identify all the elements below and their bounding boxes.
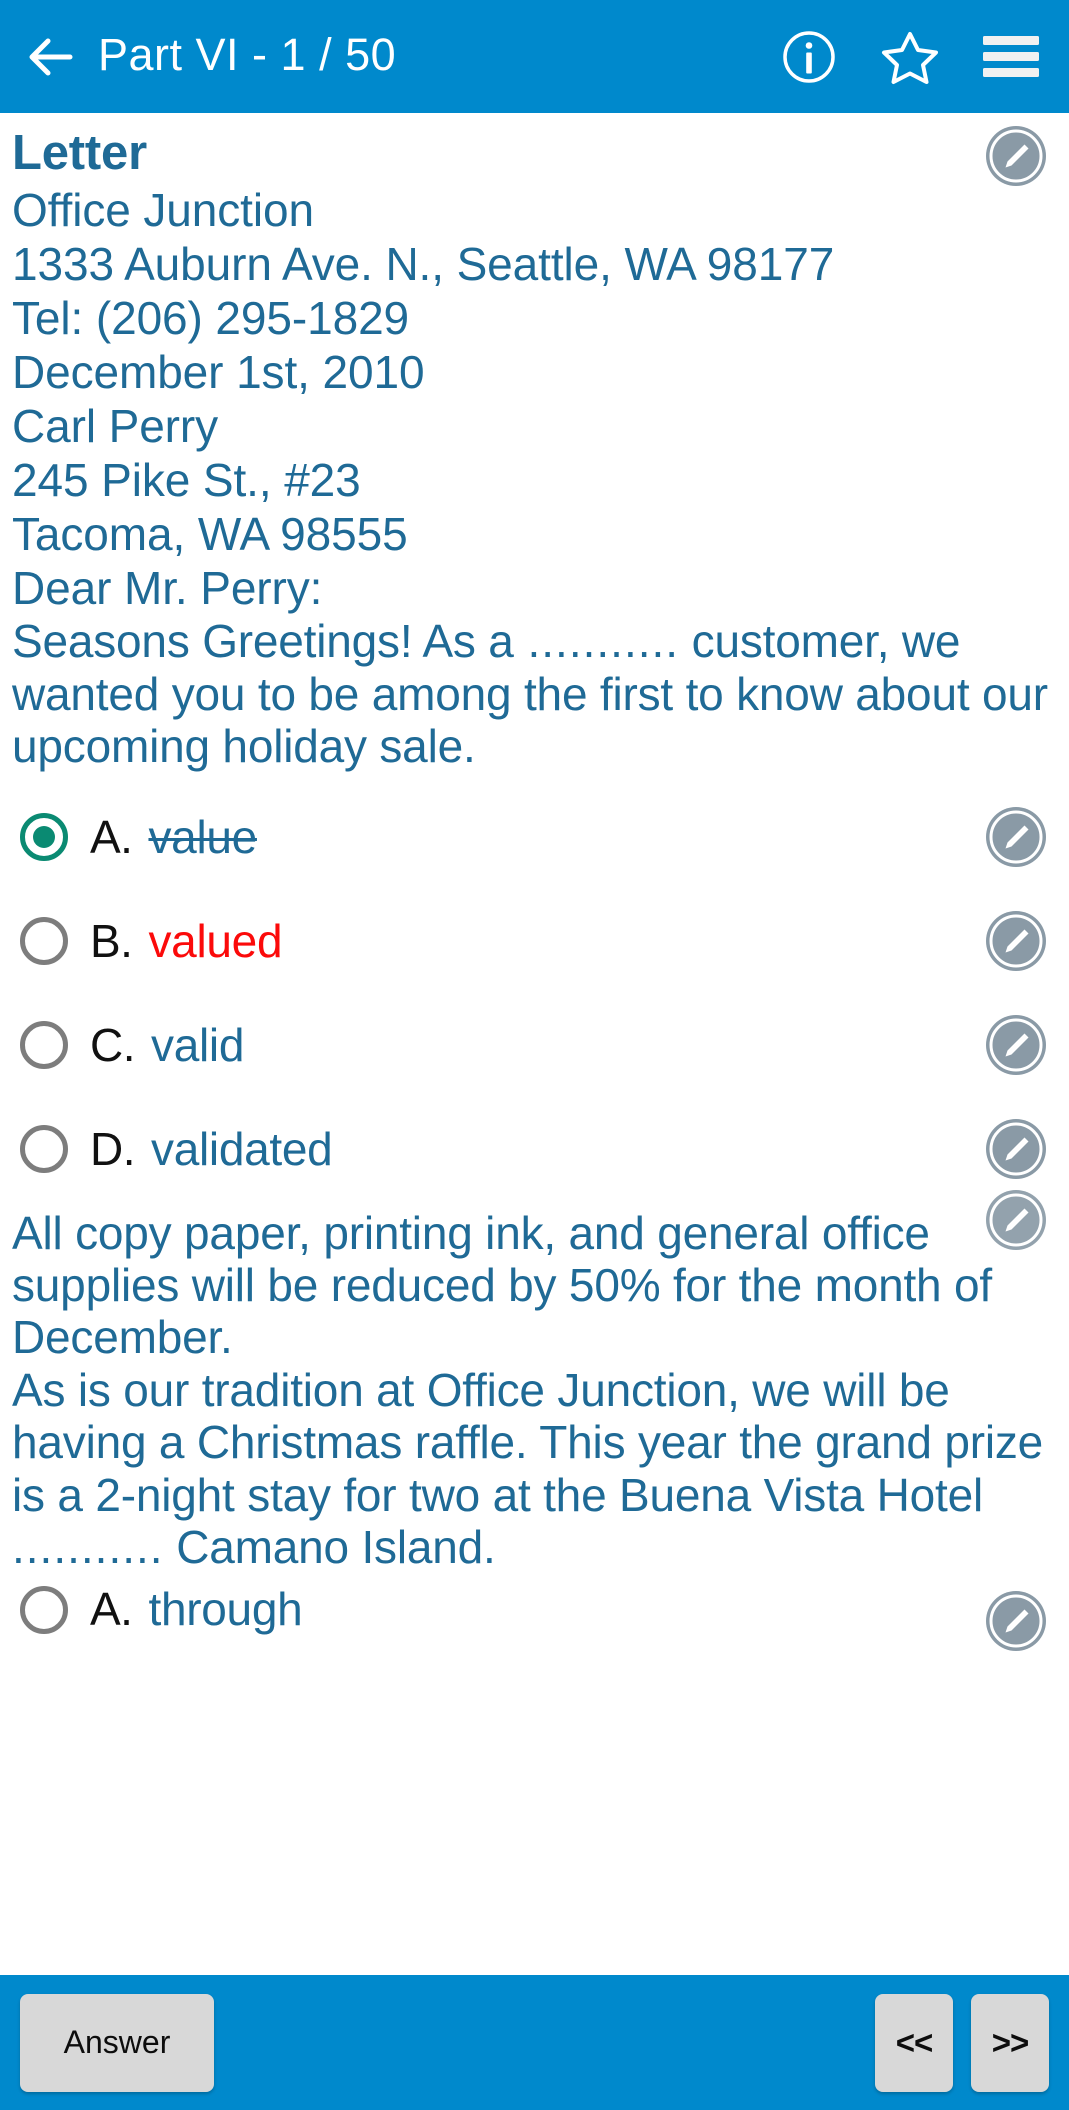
option-text: valid [151,1018,245,1071]
previous-button[interactable]: << [875,1993,953,2092]
app-header: Part VI - 1 / 50 [0,0,1069,113]
radio-option-a[interactable] [20,812,68,861]
doc-line: Tel: (206) 295-1829 [12,291,410,344]
pencil-edit-icon[interactable] [985,806,1047,868]
question-1-options: A. value B. valued C. valid D. validated [12,785,1055,1201]
next-button[interactable]: >> [971,1993,1049,2092]
question-1-prompt: Seasons Greetings! As a ........... cust… [12,615,1055,772]
option-text: value [148,810,257,863]
doc-line: December 1st, 2010 [12,345,425,398]
option-row-b[interactable]: B. valued [12,889,1055,993]
lesson-content: Letter Office Junction 1333 Auburn Ave. … [0,113,1069,1975]
document-title: Letter [12,126,147,180]
prompt-text-before: Seasons Greetings! As a [12,615,514,668]
option-letter: A. [90,1585,133,1635]
doc-line: 245 Pike St., #23 [12,454,361,507]
back-arrow-icon[interactable] [24,31,76,83]
option-text: validated [151,1122,333,1175]
answer-button[interactable]: Answer [20,1993,214,2092]
info-circle-icon[interactable] [781,29,837,85]
doc-line: Tacoma, WA 98555 [12,508,408,561]
question-2-options: A. through [12,1585,1055,1656]
paragraph-2-before: As is our tradition at Office Junction, … [12,1363,1044,1521]
option-row-a[interactable]: A. value [12,785,1055,889]
header-actions [781,29,1047,85]
doc-line: Office Junction [12,183,314,236]
doc-line: Dear Mr. Perry: [12,562,323,615]
radio-option-b[interactable] [20,916,68,965]
doc-line: Carl Perry [12,400,219,452]
radio-option-c[interactable] [20,1020,68,1069]
page-title: Part VI - 1 / 50 [98,29,397,80]
answer-blank [514,615,528,667]
body-paragraph-2: As is our tradition at Office Junction, … [12,1364,1055,1574]
pencil-edit-icon[interactable] [985,125,1047,187]
doc-line: 1333 Auburn Ave. N., Seattle, WA 98177 [12,237,835,290]
radio-option-q2-a[interactable] [20,1585,68,1634]
paragraph-2-after: Camano Island. [176,1521,496,1574]
option-letter: B. [90,914,133,967]
option-letter: D. [90,1122,136,1175]
pencil-edit-icon[interactable] [985,1014,1047,1076]
hamburger-menu-icon[interactable] [983,35,1039,79]
option-row-q2-a[interactable]: A. through [12,1585,1055,1656]
option-text: through [148,1585,303,1635]
option-row-c[interactable]: C. valid [12,993,1055,1097]
answer-blank-dots: ........... [527,615,680,668]
pencil-edit-icon[interactable] [985,1590,1047,1652]
app-footer: Answer << >> [0,1975,1069,2110]
option-letter: C. [90,1018,136,1071]
answer-blank-dots-2: ........... [12,1521,164,1574]
option-text: valued [148,914,283,967]
pencil-edit-icon[interactable] [985,910,1047,972]
option-letter: A. [90,810,133,863]
pencil-edit-icon[interactable] [985,1189,1047,1251]
radio-option-d[interactable] [20,1124,68,1173]
star-outline-icon[interactable] [881,29,939,85]
quiz-screen: Part VI - 1 / 50 Letter Office Junction … [0,0,1069,2110]
pencil-edit-icon[interactable] [985,1118,1047,1180]
body-paragraph-1: All copy paper, printing ink, and genera… [12,1206,992,1364]
option-row-d[interactable]: D. validated [12,1097,1055,1201]
